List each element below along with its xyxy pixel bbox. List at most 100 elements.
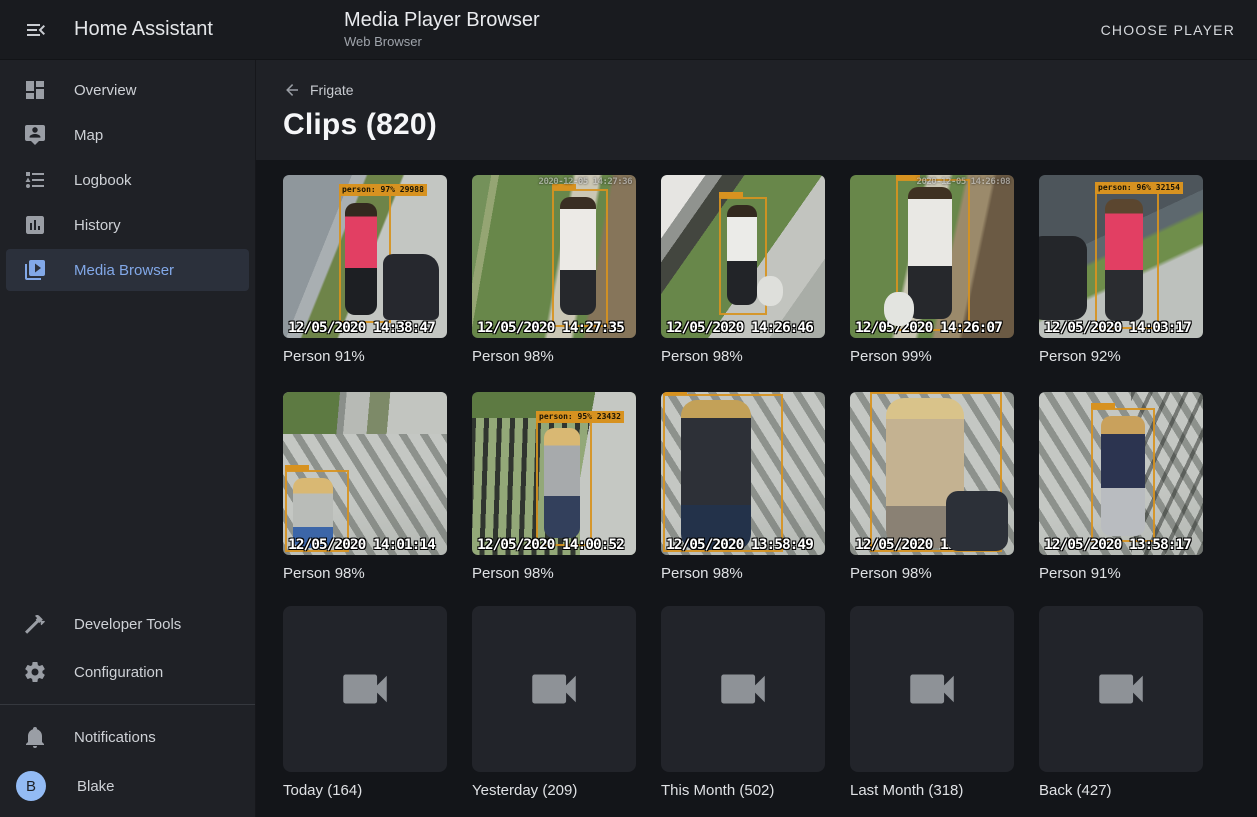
media-grid: person: 97% 29988 12/05/2020 14:38:47 Pe… xyxy=(256,160,1257,800)
sidebar: Overview Map Logbook History Media Brows… xyxy=(0,60,256,817)
clip-thumbnail: 2020-12-05 14:26:08 12/05/2020 14:26:07 xyxy=(850,175,1014,338)
video-camera-icon xyxy=(525,660,583,718)
video-camera-icon xyxy=(336,660,394,718)
folders-grid: Today (164) Yesterday (209) This Month (… xyxy=(283,606,1257,800)
clip-thumbnail: 12/05/2020 13:58:30 xyxy=(850,392,1014,555)
folder-thumbnail xyxy=(283,606,447,772)
clip-item[interactable]: person: 97% 29988 12/05/2020 14:38:47 Pe… xyxy=(283,175,447,366)
gear-icon xyxy=(23,660,47,684)
clip-timestamp: 12/05/2020 14:01:14 xyxy=(288,538,435,553)
detection-score-tag: person: 97% 29988 xyxy=(339,184,427,196)
clip-timestamp: 12/05/2020 14:26:46 xyxy=(666,321,813,336)
detection-bounding-box xyxy=(896,179,970,331)
clip-timestamp: 12/05/2020 14:27:35 xyxy=(477,321,624,336)
video-camera-icon xyxy=(1092,660,1150,718)
detection-bounding-box: person: 96% 32154 xyxy=(1095,191,1159,329)
sidebar-item-label: Map xyxy=(74,127,103,144)
detection-bounding-box xyxy=(870,392,1002,552)
clip-label: Person 98% xyxy=(661,348,825,366)
folder-label: Back (427) xyxy=(1039,782,1203,800)
bell-icon xyxy=(23,725,47,749)
clip-label: Person 98% xyxy=(472,565,636,583)
sidebar-item-developer-tools[interactable]: Developer Tools xyxy=(6,603,249,645)
dashboard-icon xyxy=(23,78,47,102)
detection-bounding-box xyxy=(1091,408,1155,542)
app-title: Home Assistant xyxy=(74,18,213,41)
clip-timestamp: 12/05/2020 13:58:17 xyxy=(1044,538,1191,553)
sidebar-item-notifications[interactable]: Notifications xyxy=(6,716,249,758)
chart-box-icon xyxy=(23,213,47,237)
clip-thumbnail: 12/05/2020 13:58:49 xyxy=(661,392,825,555)
clip-label: Person 91% xyxy=(283,348,447,366)
clip-timestamp: 12/05/2020 13:58:49 xyxy=(666,538,813,553)
camera-overlay-timestamp: 2020-12-05 14:26:08 xyxy=(917,178,1010,187)
detection-score-tag xyxy=(663,392,687,395)
clip-item[interactable]: 2020-12-05 14:26:08 12/05/2020 14:26:07 … xyxy=(850,175,1014,366)
camera-overlay-timestamp: 2020-12-05 14:27:36 xyxy=(539,178,632,187)
clip-item[interactable]: 12/05/2020 13:58:17 Person 91% xyxy=(1039,392,1203,583)
sidebar-item-logbook[interactable]: Logbook xyxy=(6,159,249,201)
folder-label: Today (164) xyxy=(283,782,447,800)
media-browser-header: Frigate Clips (820) xyxy=(256,60,1257,160)
sidebar-item-history[interactable]: History xyxy=(6,204,249,246)
clip-item[interactable]: 12/05/2020 13:58:49 Person 98% xyxy=(661,392,825,583)
clip-item[interactable]: person: 96% 32154 12/05/2020 14:03:17 Pe… xyxy=(1039,175,1203,366)
folder-item[interactable]: Last Month (318) xyxy=(850,606,1014,800)
clip-thumbnail: person: 95% 23432 12/05/2020 14:00:52 xyxy=(472,392,636,555)
clip-label: Person 98% xyxy=(850,565,1014,583)
sidebar-item-label: Configuration xyxy=(74,664,163,681)
detection-score-tag xyxy=(1091,403,1115,409)
breadcrumb-back[interactable]: Frigate xyxy=(283,81,354,99)
clip-item[interactable]: 12/05/2020 14:01:14 Person 98% xyxy=(283,392,447,583)
sidebar-item-map[interactable]: Map xyxy=(6,114,249,156)
clip-item[interactable]: 2020-12-05 14:27:36 12/05/2020 14:27:35 … xyxy=(472,175,636,366)
avatar: B xyxy=(16,771,46,801)
sidebar-item-overview[interactable]: Overview xyxy=(6,69,249,111)
clip-label: Person 98% xyxy=(283,565,447,583)
clip-timestamp: 12/05/2020 13:58:30 xyxy=(855,538,1002,553)
folder-item[interactable]: This Month (502) xyxy=(661,606,825,800)
folder-item[interactable]: Today (164) xyxy=(283,606,447,800)
folder-thumbnail xyxy=(1039,606,1203,772)
folder-item[interactable]: Back (427) xyxy=(1039,606,1203,800)
detection-score-tag: person: 95% 23432 xyxy=(536,411,624,423)
clip-timestamp: 12/05/2020 14:00:52 xyxy=(477,538,624,553)
folder-label: This Month (502) xyxy=(661,782,825,800)
sidebar-item-profile[interactable]: B Blake xyxy=(6,763,249,809)
arrow-left-icon xyxy=(283,81,301,99)
panel-title: Media Player Browser xyxy=(344,9,540,32)
clip-thumbnail: 12/05/2020 14:26:46 xyxy=(661,175,825,338)
sidebar-item-label: Media Browser xyxy=(74,262,174,279)
play-box-multiple-icon xyxy=(23,258,47,282)
sidebar-item-label: Overview xyxy=(74,82,137,99)
clip-timestamp: 12/05/2020 14:03:17 xyxy=(1044,321,1191,336)
sidebar-header: Home Assistant xyxy=(0,12,256,48)
clip-label: Person 92% xyxy=(1039,348,1203,366)
list-bulleted-icon xyxy=(23,168,47,192)
page-title: Clips (820) xyxy=(283,108,1257,142)
folder-item[interactable]: Yesterday (209) xyxy=(472,606,636,800)
panel-subtitle: Web Browser xyxy=(344,34,540,49)
clip-item[interactable]: 12/05/2020 13:58:30 Person 98% xyxy=(850,392,1014,583)
folder-thumbnail xyxy=(661,606,825,772)
clip-item[interactable]: 12/05/2020 14:26:46 Person 98% xyxy=(661,175,825,366)
detection-score-tag xyxy=(719,192,743,198)
detection-bounding-box xyxy=(719,197,767,315)
clip-label: Person 91% xyxy=(1039,565,1203,583)
folder-thumbnail xyxy=(850,606,1014,772)
sidebar-item-configuration[interactable]: Configuration xyxy=(6,651,249,693)
sidebar-item-label: Developer Tools xyxy=(74,616,181,633)
sidebar-toggle-button[interactable] xyxy=(18,12,54,48)
clip-item[interactable]: person: 95% 23432 12/05/2020 14:00:52 Pe… xyxy=(472,392,636,583)
clip-thumbnail: 12/05/2020 14:01:14 xyxy=(283,392,447,555)
user-name: Blake xyxy=(77,778,115,795)
sidebar-divider xyxy=(0,704,255,705)
detection-score-tag: person: 96% 32154 xyxy=(1095,182,1183,194)
detection-bounding-box xyxy=(552,189,608,327)
clip-thumbnail: 12/05/2020 13:58:17 xyxy=(1039,392,1203,555)
clip-thumbnail: person: 97% 29988 12/05/2020 14:38:47 xyxy=(283,175,447,338)
panel-title-block: Media Player Browser Web Browser xyxy=(344,9,540,49)
choose-player-button[interactable]: CHOOSE PLAYER xyxy=(1093,14,1243,46)
sidebar-item-label: History xyxy=(74,217,121,234)
sidebar-item-media-browser[interactable]: Media Browser xyxy=(6,249,249,291)
